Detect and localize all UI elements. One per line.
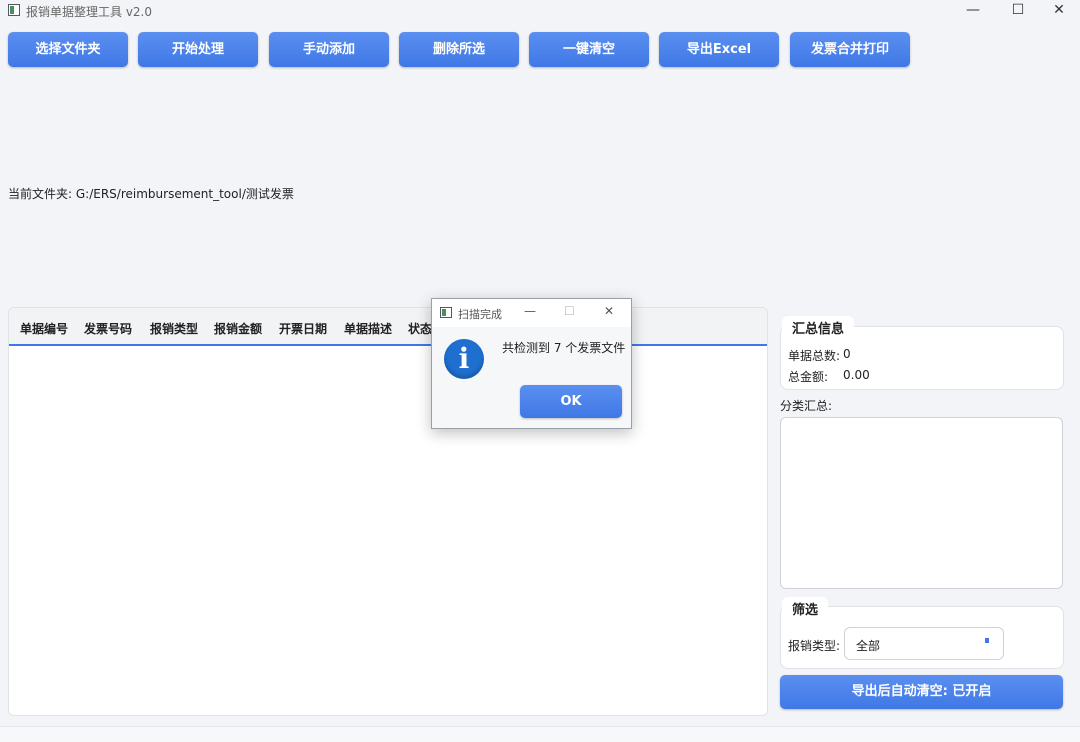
minimize-icon[interactable]: — xyxy=(950,0,996,22)
filter-type-label: 报销类型: xyxy=(788,639,841,653)
status-bar xyxy=(0,726,1080,742)
total-count-label: 单据总数: xyxy=(788,349,841,363)
current-folder-path: G:/ERS/reimbursement_tool/测试发票 xyxy=(75,187,294,201)
total-amount-value: 0.00 xyxy=(843,368,870,382)
column-header[interactable]: 开票日期 xyxy=(279,320,327,337)
category-summary-label: 分类汇总: xyxy=(780,399,833,413)
column-header[interactable]: 状态 xyxy=(408,320,432,337)
filter-title: 筛选 xyxy=(782,597,829,620)
dialog-message: 共检测到 7 个发票文件 xyxy=(502,341,626,355)
merge-print-button[interactable]: 发票合并打印 xyxy=(790,32,910,67)
column-header[interactable]: 单据编号 xyxy=(20,320,68,337)
dialog-title: 扫描完成 xyxy=(458,308,502,321)
export-excel-button[interactable]: 导出Excel xyxy=(659,32,779,67)
invoice-table[interactable]: 单据编号 发票号码 报销类型 报销金额 开票日期 单据描述 状态 xyxy=(8,307,768,716)
type-filter-value: 全部 xyxy=(856,639,881,653)
select-folder-button[interactable]: 选择文件夹 xyxy=(8,32,128,67)
column-header[interactable]: 报销类型 xyxy=(150,320,198,337)
info-icon: i xyxy=(444,339,484,379)
delete-selected-button[interactable]: 删除所选 xyxy=(399,32,519,67)
summary-title: 汇总信息 xyxy=(782,316,855,339)
dialog-maximize-icon: ☐ xyxy=(564,304,575,318)
app-icon xyxy=(8,4,20,16)
dialog-titlebar: 扫描完成 — ☐ ✕ xyxy=(432,299,631,327)
column-header[interactable]: 报销金额 xyxy=(214,320,262,337)
window-title: 报销单据整理工具 v2.0 xyxy=(26,5,153,19)
clear-all-button[interactable]: 一键清空 xyxy=(529,32,649,67)
dialog-app-icon xyxy=(440,307,452,318)
maximize-icon[interactable]: ☐ xyxy=(995,0,1041,22)
current-folder: 当前文件夹: G:/ERS/reimbursement_tool/测试发票 xyxy=(8,185,294,202)
total-count-value: 0 xyxy=(843,347,851,361)
type-filter-select[interactable]: 全部 xyxy=(844,627,1004,660)
table-header: 单据编号 发票号码 报销类型 报销金额 开票日期 单据描述 状态 xyxy=(9,308,767,346)
manual-add-button[interactable]: 手动添加 xyxy=(269,32,389,67)
close-icon[interactable]: ✕ xyxy=(1036,0,1080,22)
window-titlebar: 报销单据整理工具 v2.0 — ☐ ✕ xyxy=(0,0,1080,22)
start-process-button[interactable]: 开始处理 xyxy=(138,32,258,67)
dialog-close-icon[interactable]: ✕ xyxy=(604,304,614,318)
scan-complete-dialog: 扫描完成 — ☐ ✕ i 共检测到 7 个发票文件 OK xyxy=(431,298,632,429)
dialog-minimize-icon[interactable]: — xyxy=(524,304,536,318)
total-amount-label: 总金额: xyxy=(788,370,829,384)
column-header[interactable]: 发票号码 xyxy=(84,320,132,337)
auto-clear-toggle-button[interactable]: 导出后自动清空: 已开启 xyxy=(780,675,1063,709)
category-summary-box[interactable] xyxy=(780,417,1063,589)
column-header[interactable]: 单据描述 xyxy=(344,320,392,337)
current-folder-label: 当前文件夹: xyxy=(8,187,73,201)
ok-button[interactable]: OK xyxy=(520,385,622,418)
dropdown-arrow-icon xyxy=(985,638,989,643)
